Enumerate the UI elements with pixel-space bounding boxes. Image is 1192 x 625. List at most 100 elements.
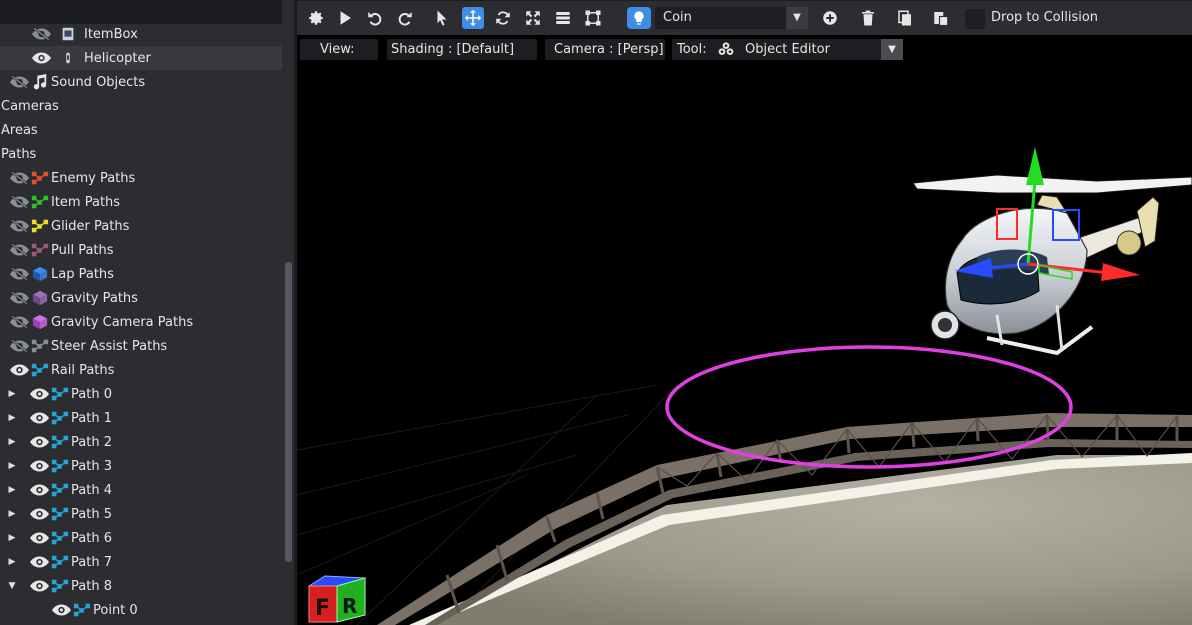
- tree-row[interactable]: Pull Paths: [0, 238, 282, 262]
- redo-button[interactable]: [394, 7, 416, 29]
- tree-row[interactable]: ▶ Path 1: [0, 406, 282, 430]
- eye-icon[interactable]: [50, 603, 72, 617]
- expand-arrow-icon[interactable]: ▶: [6, 461, 18, 471]
- tree-row[interactable]: Point 0: [0, 598, 282, 622]
- tree-row[interactable]: ▶ Path 0: [0, 382, 282, 406]
- object-type-button[interactable]: [627, 7, 651, 29]
- selection-ring: [665, 345, 1073, 469]
- eye-hidden-icon[interactable]: [8, 219, 30, 233]
- chevron-down-icon[interactable]: ▼: [786, 7, 808, 29]
- itembox-icon: [58, 25, 78, 43]
- rotate-tool-button[interactable]: [492, 7, 514, 29]
- tree-row-label: Path 3: [71, 458, 112, 474]
- tree-row-label: Point 0: [93, 602, 138, 618]
- eye-icon[interactable]: [28, 459, 50, 473]
- tree-row[interactable]: Enemy Paths: [0, 166, 282, 190]
- play-button[interactable]: [334, 7, 356, 29]
- tree-top-strip: [0, 0, 282, 24]
- tree-row[interactable]: Helicopter: [0, 46, 282, 70]
- camera-menu[interactable]: Camera : [Persp]: [545, 39, 665, 60]
- expand-arrow-icon[interactable]: ▶: [6, 509, 18, 519]
- camera-label: Camera : [Persp]: [554, 42, 664, 57]
- copy-button[interactable]: [894, 7, 916, 29]
- eye-hidden-icon[interactable]: [8, 243, 30, 257]
- helicopter-model[interactable]: [912, 174, 1192, 356]
- tree-row[interactable]: Glider Paths: [0, 214, 282, 238]
- drop-to-collision-checkbox[interactable]: [965, 9, 985, 29]
- eye-hidden-icon[interactable]: [8, 195, 30, 209]
- eye-hidden-icon[interactable]: [30, 27, 52, 41]
- eye-icon[interactable]: [28, 507, 50, 521]
- tree-row[interactable]: Cameras: [0, 94, 282, 118]
- tree-scrollbar[interactable]: [285, 262, 292, 562]
- eye-hidden-icon[interactable]: [8, 339, 30, 353]
- expand-arrow-icon[interactable]: ▶: [6, 389, 18, 399]
- tree-row[interactable]: Steer Assist Paths: [0, 334, 282, 358]
- tree-row[interactable]: Paths: [0, 142, 282, 166]
- eye-hidden-icon[interactable]: [8, 75, 30, 89]
- rail-path-icon: [72, 601, 92, 619]
- eye-icon[interactable]: [28, 387, 50, 401]
- move-tool-button[interactable]: [462, 7, 484, 29]
- tree-row[interactable]: ItemBox: [0, 22, 282, 46]
- orientation-cube[interactable]: F R: [307, 575, 367, 623]
- tree-row[interactable]: Gravity Camera Paths: [0, 310, 282, 334]
- bounds-button[interactable]: [582, 7, 604, 29]
- tree-row[interactable]: ▶ Path 7: [0, 550, 282, 574]
- delete-object-button[interactable]: [857, 7, 879, 29]
- tree-row[interactable]: Rail Paths: [0, 358, 282, 382]
- tree-row[interactable]: Gravity Paths: [0, 286, 282, 310]
- add-object-button[interactable]: [819, 7, 841, 29]
- expand-arrow-icon[interactable]: ▶: [6, 485, 18, 495]
- snap-button[interactable]: [552, 7, 574, 29]
- eye-icon[interactable]: [28, 483, 50, 497]
- eye-icon[interactable]: [28, 411, 50, 425]
- item-path-icon: [30, 193, 50, 211]
- settings-button[interactable]: [305, 7, 327, 29]
- tree-row-label: Steer Assist Paths: [51, 338, 168, 354]
- expand-arrow-icon[interactable]: ▶: [6, 533, 18, 543]
- tree-row-label: Path 1: [71, 410, 112, 426]
- scene-render[interactable]: F R: [297, 35, 1192, 625]
- view-menu[interactable]: View:: [300, 39, 378, 60]
- tree-row[interactable]: Item Paths: [0, 190, 282, 214]
- rail-path-icon: [50, 577, 70, 595]
- expand-arrow-icon[interactable]: ▶: [6, 413, 18, 423]
- paste-button[interactable]: [930, 7, 952, 29]
- tool-value: Object Editor: [745, 42, 830, 57]
- eye-hidden-icon[interactable]: [8, 291, 30, 305]
- eye-hidden-icon[interactable]: [8, 267, 30, 281]
- tree-row-label: Path 8: [71, 578, 112, 594]
- shading-menu[interactable]: Shading : [Default]: [387, 39, 537, 60]
- collapse-arrow-icon[interactable]: ▼: [6, 581, 18, 591]
- eye-icon[interactable]: [28, 579, 50, 593]
- eye-hidden-icon[interactable]: [8, 171, 30, 185]
- tree-row[interactable]: Areas: [0, 118, 282, 142]
- expand-arrow-icon[interactable]: ▶: [6, 557, 18, 567]
- tree-row[interactable]: ▶ Path 4: [0, 478, 282, 502]
- 3d-viewport[interactable]: F R View: Shading : [Default] Camera : […: [297, 35, 1192, 625]
- tree-row[interactable]: Lap Paths: [0, 262, 282, 286]
- eye-icon[interactable]: [28, 555, 50, 569]
- tree-row-label: Enemy Paths: [51, 170, 136, 186]
- tree-row[interactable]: ▶ Path 3: [0, 454, 282, 478]
- eye-icon[interactable]: [30, 51, 52, 65]
- rail-path-icon: [50, 409, 70, 427]
- eye-icon[interactable]: [28, 435, 50, 449]
- eye-hidden-icon[interactable]: [8, 315, 30, 329]
- tree-row[interactable]: ▶ Path 2: [0, 430, 282, 454]
- tree-row[interactable]: ▼ Path 8: [0, 574, 282, 598]
- tree-row[interactable]: ▶ Path 6: [0, 526, 282, 550]
- scale-tool-button[interactable]: [522, 7, 544, 29]
- undo-button[interactable]: [364, 7, 386, 29]
- eye-icon[interactable]: [8, 363, 30, 377]
- chevron-down-icon[interactable]: ▼: [881, 39, 903, 60]
- select-tool-button[interactable]: [431, 7, 453, 29]
- tree-row[interactable]: Sound Objects: [0, 70, 282, 94]
- eye-icon[interactable]: [28, 531, 50, 545]
- rail-path-icon: [50, 433, 70, 451]
- tool-select[interactable]: Tool: Object Editor ▼: [672, 39, 903, 60]
- object-type-select[interactable]: Coin ▼: [655, 7, 808, 29]
- tree-row[interactable]: ▶ Path 5: [0, 502, 282, 526]
- expand-arrow-icon[interactable]: ▶: [6, 437, 18, 447]
